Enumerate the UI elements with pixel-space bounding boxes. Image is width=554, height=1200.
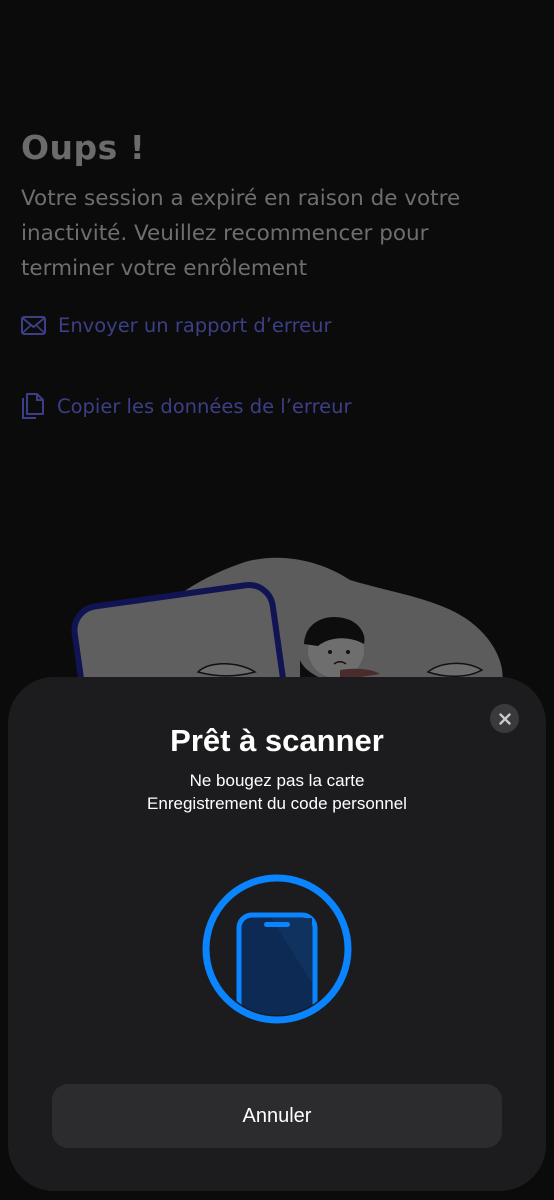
sheet-title: Prêt à scanner <box>170 723 384 758</box>
error-message: Votre session a expiré en raison de votr… <box>21 186 461 281</box>
send-error-report-link[interactable]: Envoyer un rapport d’erreur <box>21 314 332 337</box>
envelope-icon <box>21 316 46 335</box>
send-error-report-label: Envoyer un rapport d’erreur <box>58 314 332 337</box>
copy-error-data-label: Copier les données de l’erreur <box>57 394 352 418</box>
sheet-subtitle-line1: Ne bougez pas la carte <box>189 771 365 790</box>
copy-error-data-link[interactable]: Copier les données de l’erreur <box>21 392 352 420</box>
copy-document-icon <box>22 393 44 419</box>
phone-scan-icon <box>202 874 352 1024</box>
scan-sheet: Prêt à scanner Ne bougez pas la carte En… <box>8 677 546 1191</box>
cancel-button[interactable]: Annuler <box>52 1084 502 1148</box>
sheet-subtitle-line2: Enregistrement du code personnel <box>147 794 407 813</box>
page-title: Oups ! <box>21 128 146 167</box>
